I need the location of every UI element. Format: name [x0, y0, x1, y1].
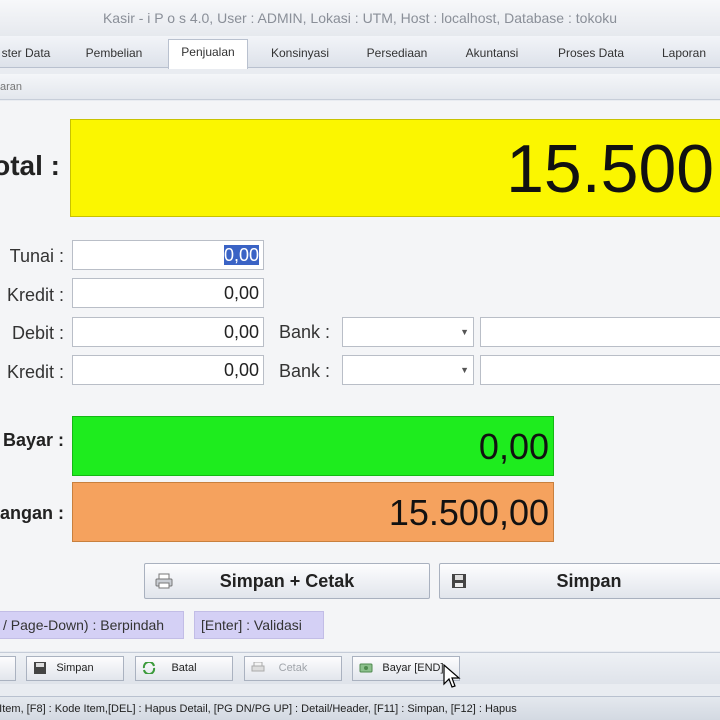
bank-debit-select[interactable]: ▼: [342, 317, 474, 347]
kekurangan-value: 15.500,00: [388, 492, 549, 533]
kredit-value: 0,00: [223, 283, 259, 303]
tab-akuntansi[interactable]: Akuntansi: [452, 41, 532, 68]
hint-validate: [Enter] : Validasi: [194, 611, 324, 639]
bottom-toolbar: Simpan Batal Cetak Bayar [END]: [0, 652, 720, 684]
bank-debit-label: Bank :: [279, 322, 331, 342]
kredit-label: Kredit :: [6, 285, 64, 305]
tab-penjualan[interactable]: Penjualan: [168, 39, 248, 69]
toolbar-partial-button[interactable]: [0, 656, 16, 681]
simpan-cetak-button[interactable]: Simpan + Cetak: [144, 563, 430, 599]
kartu-kredit-input[interactable]: 0,00: [72, 355, 264, 385]
printer-icon: [155, 573, 173, 589]
bank-debit-reference-input[interactable]: [480, 317, 720, 347]
toolbar-batal-button[interactable]: Batal: [135, 656, 233, 681]
toolbar-simpan-label: Simpan: [56, 662, 94, 674]
main-tabbar: ster Data Pembelian Penjualan Konsinyasi…: [0, 36, 720, 69]
tab-pembelian[interactable]: Pembelian: [74, 41, 154, 68]
toolbar-cetak-label: Cetak: [278, 662, 308, 674]
tab-laporan[interactable]: Laporan: [648, 41, 720, 68]
kekurangan-label: angan :: [0, 503, 64, 523]
total-label: otal :: [0, 150, 60, 181]
tunai-input[interactable]: 0,00: [72, 240, 264, 270]
kartu-debit-label: Debit :: [11, 323, 64, 343]
shortcut-help-text: h Item, [F8] : Kode Item,[DEL] : Hapus D…: [0, 703, 517, 715]
tunai-label: Tunai :: [9, 246, 64, 266]
floppy-disk-icon: [452, 574, 466, 588]
bayar-label: Bayar :: [2, 430, 64, 450]
bank-kredit-select[interactable]: ▼: [342, 355, 474, 385]
bayar-display: 0,00: [72, 416, 554, 476]
total-value: 15.500,: [506, 131, 720, 207]
chevron-down-icon: ▼: [460, 365, 469, 375]
tab-master-data[interactable]: ster Data: [0, 41, 56, 68]
toolbar-batal-label: Batal: [171, 662, 197, 674]
kartu-debit-value: 0,00: [223, 322, 259, 342]
window-title: Kasir - i P o s 4.0, User : ADMIN, Lokas…: [0, 0, 720, 36]
tunai-value: 0,00: [223, 245, 259, 265]
bayar-value: 0,00: [478, 426, 549, 467]
hint-navigate: / Page-Down) : Berpindah: [0, 611, 184, 639]
bank-kredit-label: Bank :: [279, 361, 331, 381]
kartu-debit-input[interactable]: 0,00: [72, 317, 264, 347]
kartu-kredit-value: 0,00: [223, 360, 259, 380]
kekurangan-display: 15.500,00: [72, 482, 554, 542]
subtab-pembayaran[interactable]: aran: [0, 74, 720, 100]
simpan-button[interactable]: Simpan: [439, 563, 720, 599]
bank-kredit-reference-input[interactable]: [480, 355, 720, 385]
tab-proses-data[interactable]: Proses Data: [546, 41, 636, 68]
total-display: 15.500,: [70, 119, 720, 217]
toolbar-cetak-button[interactable]: Cetak: [244, 656, 342, 681]
status-bar: h Item, [F8] : Kode Item,[DEL] : Hapus D…: [0, 696, 720, 720]
toolbar-simpan-button[interactable]: Simpan: [26, 656, 124, 681]
mouse-cursor-icon: [443, 664, 461, 688]
kartu-kredit-label: Kredit :: [6, 362, 64, 382]
simpan-label: Simpan: [556, 571, 622, 591]
tab-konsinyasi[interactable]: Konsinyasi: [260, 41, 340, 68]
tab-persediaan[interactable]: Persediaan: [352, 41, 442, 68]
simpan-cetak-label: Simpan + Cetak: [219, 571, 355, 591]
chevron-down-icon: ▼: [460, 327, 469, 337]
subtab-label: aran: [0, 81, 23, 93]
kredit-input[interactable]: 0,00: [72, 278, 264, 308]
